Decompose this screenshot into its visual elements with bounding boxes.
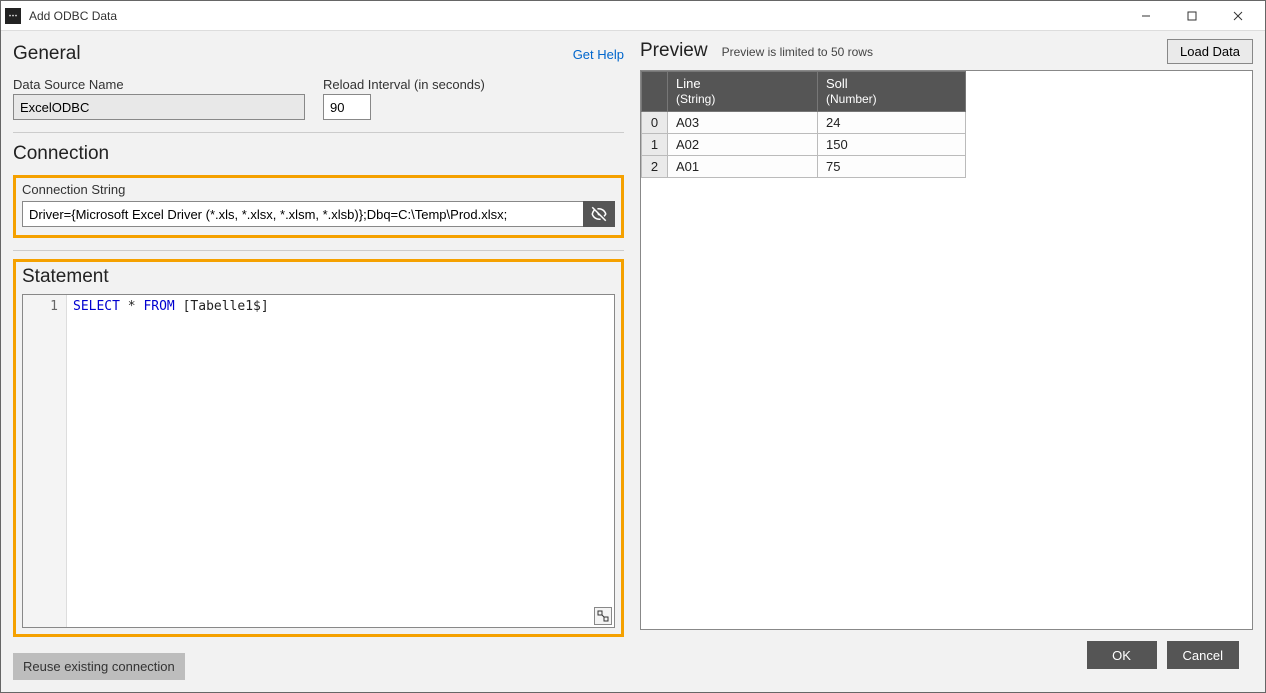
cell-soll: 24 [818, 112, 966, 134]
expand-icon [597, 610, 609, 622]
reload-interval-label: Reload Interval (in seconds) [323, 77, 485, 92]
dialog-footer: OK Cancel [640, 630, 1253, 680]
editor-gutter: 1 [23, 295, 67, 627]
ok-button[interactable]: OK [1087, 641, 1157, 669]
connection-highlight: Connection String [13, 175, 624, 238]
cell-line: A02 [668, 134, 818, 156]
connection-string-input[interactable] [22, 201, 583, 227]
dialog-window: ⋯ Add ODBC Data General Get Help Data [0, 0, 1266, 693]
table-row[interactable]: 2 A01 75 [642, 156, 966, 178]
editor-content[interactable]: SELECT * FROM [Tabelle1$] [67, 295, 614, 627]
cell-soll: 75 [818, 156, 966, 178]
data-source-input[interactable] [13, 94, 305, 120]
reuse-connection-button[interactable]: Reuse existing connection [13, 653, 185, 680]
data-source-label: Data Source Name [13, 77, 305, 92]
reload-interval-input[interactable] [323, 94, 371, 120]
app-icon: ⋯ [5, 8, 21, 24]
toggle-visibility-button[interactable] [583, 201, 615, 227]
sql-editor[interactable]: 1 SELECT * FROM [Tabelle1$] [22, 294, 615, 628]
right-pane: Preview Preview is limited to 50 rows Lo… [636, 31, 1265, 692]
statement-highlight: Statement 1 SELECT * FROM [Tabelle1$] [13, 259, 624, 637]
expand-editor-button[interactable] [594, 607, 612, 625]
get-help-link[interactable]: Get Help [573, 47, 624, 62]
column-header-soll[interactable]: Soll (Number) [818, 72, 966, 112]
general-heading: General [13, 43, 81, 65]
window-controls [1123, 1, 1261, 31]
connection-heading: Connection [13, 141, 624, 167]
cell-soll: 150 [818, 134, 966, 156]
row-index-header [642, 72, 668, 112]
column-header-line[interactable]: Line (String) [668, 72, 818, 112]
preview-table-container: Line (String) Soll (Number) 0 A [640, 70, 1253, 630]
eye-off-icon [590, 205, 608, 223]
divider [13, 132, 624, 133]
minimize-button[interactable] [1123, 1, 1169, 31]
preview-hint: Preview is limited to 50 rows [722, 45, 873, 59]
row-index: 0 [642, 112, 668, 134]
load-data-button[interactable]: Load Data [1167, 39, 1253, 64]
row-index: 2 [642, 156, 668, 178]
left-pane: General Get Help Data Source Name Reload… [1, 31, 636, 692]
divider [13, 250, 624, 251]
general-header: General Get Help [13, 39, 624, 71]
connection-string-label: Connection String [22, 182, 615, 197]
cell-line: A03 [668, 112, 818, 134]
window-title: Add ODBC Data [29, 9, 117, 23]
table-row[interactable]: 0 A03 24 [642, 112, 966, 134]
preview-table: Line (String) Soll (Number) 0 A [641, 71, 966, 178]
preview-heading: Preview [640, 40, 708, 62]
close-button[interactable] [1215, 1, 1261, 31]
cancel-button[interactable]: Cancel [1167, 641, 1239, 669]
statement-heading: Statement [22, 264, 615, 294]
cell-line: A01 [668, 156, 818, 178]
titlebar: ⋯ Add ODBC Data [1, 1, 1265, 31]
table-row[interactable]: 1 A02 150 [642, 134, 966, 156]
maximize-button[interactable] [1169, 1, 1215, 31]
row-index: 1 [642, 134, 668, 156]
